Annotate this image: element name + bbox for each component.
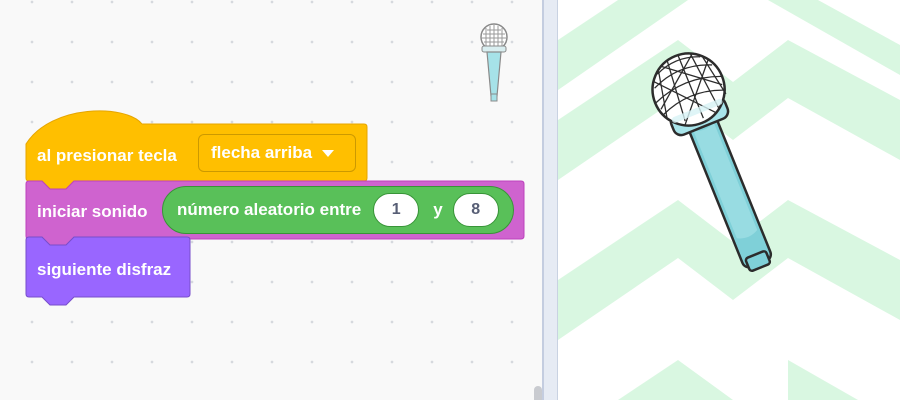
vertical-scrollbar[interactable] — [534, 386, 542, 400]
block-label: iniciar sonido — [37, 202, 148, 221]
start-sound-block[interactable]: iniciar sonido número aleatorio entre 1 … — [25, 180, 525, 248]
dropdown-value: flecha arriba — [211, 143, 313, 162]
key-dropdown[interactable]: flecha arriba — [198, 134, 356, 172]
microphone-icon — [480, 23, 508, 102]
random-to-input[interactable]: 8 — [452, 193, 499, 227]
code-area[interactable]: al presionar tecla flecha arriba iniciar… — [0, 0, 542, 400]
reporter-label: número aleatorio entre — [177, 200, 362, 219]
random-number-reporter[interactable]: número aleatorio entre 1 y 8 — [162, 186, 514, 234]
block-label: al presionar tecla — [37, 146, 177, 165]
stage[interactable] — [558, 0, 900, 400]
random-from-input[interactable]: 1 — [373, 193, 420, 227]
chevron-down-icon — [322, 149, 335, 157]
next-costume-block[interactable]: siguiente disfraz — [25, 236, 191, 307]
when-key-pressed-block[interactable]: al presionar tecla flecha arriba — [25, 100, 368, 190]
block-label: siguiente disfraz — [37, 260, 172, 279]
pane-gap — [544, 0, 558, 400]
reporter-joiner: y — [433, 200, 443, 219]
microphone-icon[interactable] — [558, 0, 900, 400]
